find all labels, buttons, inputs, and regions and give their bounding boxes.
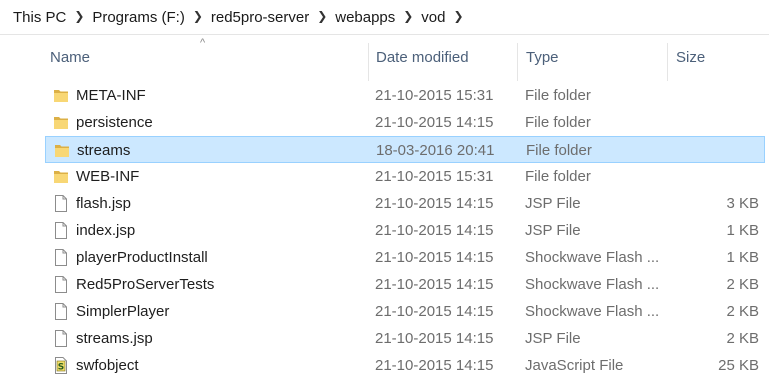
file-size: 2 KB	[726, 303, 759, 320]
chevron-right-icon[interactable]: ❯	[447, 9, 469, 23]
file-type: JSP File	[525, 330, 581, 347]
chevron-right-icon[interactable]: ❯	[397, 9, 419, 23]
svg-text:S: S	[58, 363, 64, 373]
file-icon	[53, 330, 69, 347]
breadcrumb-this-pc[interactable]: This PC	[11, 9, 68, 26]
column-header-size[interactable]: Size	[676, 35, 705, 81]
file-date-modified: 18-03-2016 20:41	[376, 142, 495, 159]
file-name: playerProductInstall	[76, 249, 208, 266]
file-type: File folder	[525, 168, 591, 185]
file-type: File folder	[526, 142, 592, 159]
file-icon	[53, 249, 69, 266]
file-icon	[53, 276, 69, 293]
file-date-modified: 21-10-2015 14:15	[375, 195, 494, 212]
breadcrumb-programs-drive[interactable]: Programs (F:)	[90, 9, 187, 26]
file-name: META-INF	[76, 87, 146, 104]
chevron-right-icon[interactable]: ❯	[187, 9, 209, 23]
column-divider[interactable]	[368, 43, 369, 81]
file-date-modified: 21-10-2015 14:15	[375, 222, 494, 239]
file-size: 1 KB	[726, 222, 759, 239]
file-date-modified: 21-10-2015 14:15	[375, 114, 494, 131]
file-date-modified: 21-10-2015 14:15	[375, 330, 494, 347]
column-header: ^ Name Date modified Type Size	[0, 35, 769, 81]
file-type: JSP File	[525, 222, 581, 239]
file-type: Shockwave Flash ...	[525, 303, 660, 320]
file-date-modified: 21-10-2015 15:31	[375, 168, 494, 185]
file-type: JSP File	[525, 195, 581, 212]
file-row[interactable]: WEB-INF 21-10-2015 15:31 File folder	[45, 163, 765, 190]
column-header-name[interactable]: Name	[50, 35, 90, 81]
breadcrumb-webapps[interactable]: webapps	[333, 9, 397, 26]
column-header-date[interactable]: Date modified	[376, 35, 469, 81]
file-name: SimplerPlayer	[76, 303, 170, 320]
file-name: streams.jsp	[76, 330, 153, 347]
file-row[interactable]: streams.jsp 21-10-2015 14:15 JSP File 2 KB	[45, 325, 765, 352]
chevron-right-icon[interactable]: ❯	[311, 9, 333, 23]
file-row[interactable]: persistence 21-10-2015 14:15 File folder	[45, 109, 765, 136]
file-date-modified: 21-10-2015 14:15	[375, 249, 494, 266]
folder-icon	[53, 87, 69, 104]
file-name: Red5ProServerTests	[76, 276, 215, 293]
breadcrumb-vod[interactable]: vod	[419, 9, 447, 26]
file-row[interactable]: META-INF 21-10-2015 15:31 File folder	[45, 82, 765, 109]
folder-icon	[54, 142, 70, 159]
column-divider[interactable]	[667, 43, 668, 81]
file-type: Shockwave Flash ...	[525, 276, 660, 293]
file-type: Shockwave Flash ...	[525, 249, 660, 266]
script-icon: S	[53, 357, 69, 374]
file-name: WEB-INF	[76, 168, 140, 185]
sort-ascending-icon: ^	[200, 37, 206, 49]
file-date-modified: 21-10-2015 15:31	[375, 87, 494, 104]
file-name: index.jsp	[76, 222, 136, 239]
file-row[interactable]: streams 18-03-2016 20:41 File folder	[45, 136, 765, 163]
file-row[interactable]: Sswfobject 21-10-2015 14:15 JavaScript Fil…	[45, 352, 765, 379]
file-name: streams	[77, 142, 131, 159]
file-row[interactable]: index.jsp 21-10-2015 14:15 JSP File 1 KB	[45, 217, 765, 244]
file-size: 1 KB	[726, 249, 759, 266]
file-size: 2 KB	[726, 330, 759, 347]
file-row[interactable]: Red5ProServerTests 21-10-2015 14:15 Shockw…	[45, 271, 765, 298]
file-name: swfobject	[76, 357, 139, 374]
file-icon	[53, 195, 69, 212]
breadcrumb: This PC ❯ Programs (F:) ❯ red5pro-server…	[0, 0, 769, 35]
file-type: File folder	[525, 114, 591, 131]
file-row[interactable]: flash.jsp 21-10-2015 14:15 JSP File 3 KB	[45, 190, 765, 217]
column-divider[interactable]	[517, 43, 518, 81]
file-name: flash.jsp	[76, 195, 132, 212]
breadcrumb-red5pro-server[interactable]: red5pro-server	[209, 9, 311, 26]
file-date-modified: 21-10-2015 14:15	[375, 276, 494, 293]
file-type: JavaScript File	[525, 357, 624, 374]
file-size: 25 KB	[718, 357, 759, 374]
file-icon	[53, 303, 69, 320]
chevron-right-icon[interactable]: ❯	[68, 9, 90, 23]
file-size: 3 KB	[726, 195, 759, 212]
file-row[interactable]: playerProductInstall 21-10-2015 14:15 Shoc…	[45, 244, 765, 271]
file-row[interactable]: SimplerPlayer 21-10-2015 14:15 Shockwave F…	[45, 298, 765, 325]
file-type: File folder	[525, 87, 591, 104]
file-date-modified: 21-10-2015 14:15	[375, 357, 494, 374]
file-date-modified: 21-10-2015 14:15	[375, 303, 494, 320]
folder-icon	[53, 168, 69, 185]
folder-icon	[53, 114, 69, 131]
file-size: 2 KB	[726, 276, 759, 293]
column-header-type[interactable]: Type	[526, 35, 559, 81]
file-icon	[53, 222, 69, 239]
file-name: persistence	[76, 114, 153, 131]
